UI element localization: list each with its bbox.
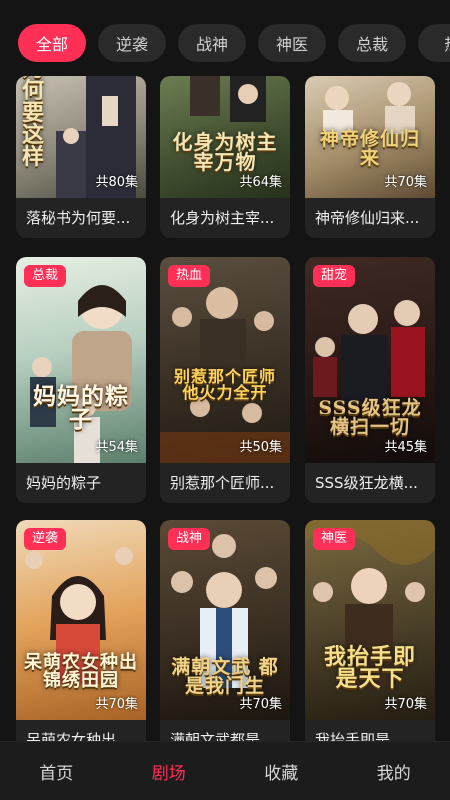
- category-chips: 全部 逆袭 战神 神医 总裁 热: [18, 24, 450, 64]
- chip-war-god[interactable]: 战神: [178, 24, 247, 62]
- nav-favorites[interactable]: 收藏: [225, 759, 337, 784]
- poster-image: 神帝修仙归来 共70集: [305, 76, 435, 198]
- drama-card[interactable]: 神医 我抬手即 是天下 共70集 我抬手即是...: [305, 520, 435, 760]
- drama-card[interactable]: 总裁 妈妈的粽子 共54集 妈妈的粽子: [16, 257, 146, 503]
- poster-title-text: 满朝文武 都是我门生: [171, 656, 279, 697]
- poster-title-text: 为何要这样: [22, 76, 46, 170]
- drama-card[interactable]: 逆袭 呆萌农女种出 锦绣田园 共70集 呆萌农女种出...: [16, 520, 146, 760]
- episode-count: 共70集: [239, 697, 282, 712]
- drama-title: 化身为树主宰...: [170, 209, 275, 227]
- chip-ceo[interactable]: 总裁: [338, 24, 407, 62]
- drama-card[interactable]: 为何要这样 共80集 落秘书为何要...: [16, 76, 146, 238]
- drama-card[interactable]: 化身为树主宰万物 共64集 化身为树主宰...: [160, 76, 290, 238]
- nav-theater[interactable]: 剧场: [113, 759, 225, 784]
- genre-tag: 逆袭: [24, 528, 67, 550]
- poster-figures: [160, 287, 290, 463]
- drama-card[interactable]: 神帝修仙归来 共70集 神帝修仙归来...: [305, 76, 435, 238]
- episode-count: 共70集: [384, 175, 427, 190]
- episode-count: 共64集: [239, 175, 282, 190]
- drama-title: 妈妈的粽子: [26, 474, 102, 492]
- poster-image: 总裁 妈妈的粽子 共54集: [16, 257, 146, 463]
- drama-card[interactable]: 热血 别惹那个匠师 他火力全开 共50集 别惹那个匠师...: [160, 257, 290, 503]
- episode-count: 共70集: [384, 697, 427, 712]
- chip-all[interactable]: 全部: [18, 24, 87, 62]
- poster-image: 神医 我抬手即 是天下 共70集: [305, 520, 435, 720]
- drama-card[interactable]: 甜宠 SSS级狂龙 横扫一切 共45集 SSS级狂龙横...: [305, 257, 435, 503]
- poster-image: 化身为树主宰万物 共64集: [160, 76, 290, 198]
- poster-image: 热血 别惹那个匠师 他火力全开 共50集: [160, 257, 290, 463]
- nav-profile[interactable]: 我的: [338, 759, 450, 784]
- drama-title: 神帝修仙归来...: [315, 209, 420, 227]
- episode-count: 共45集: [384, 440, 427, 455]
- genre-tag: 战神: [168, 528, 211, 550]
- nav-home[interactable]: 首页: [0, 759, 112, 784]
- genre-tag: 神医: [313, 528, 356, 550]
- poster-title-text: 我抬手即 是天下: [323, 644, 416, 692]
- poster-image: 为何要这样 共80集: [16, 76, 146, 198]
- poster-image: 甜宠 SSS级狂龙 横扫一切 共45集: [305, 257, 435, 463]
- poster-title-text: 别惹那个匠师 他火力全开: [173, 367, 276, 402]
- genre-tag: 总裁: [24, 265, 67, 287]
- drama-title: 落秘书为何要...: [26, 209, 131, 227]
- poster-title-text: SSS级狂龙 横扫一切: [318, 397, 422, 438]
- poster-title-text: 神帝修仙归来: [319, 128, 420, 169]
- drama-grid: 为何要这样 共80集 落秘书为何要... 化身为树主宰万物 共64集 化身为树主…: [0, 0, 450, 800]
- poster-title-text: 化身为树主宰万物: [172, 130, 278, 174]
- episode-count: 共50集: [239, 440, 282, 455]
- episode-count: 共54集: [95, 440, 138, 455]
- poster-image: 逆袭 呆萌农女种出 锦绣田园 共70集: [16, 520, 146, 720]
- genre-tag: 甜宠: [313, 265, 356, 287]
- drama-card[interactable]: 战神 满朝文武 都是我门生 共70集 满朝文武都是...: [160, 520, 290, 760]
- drama-title: SSS级狂龙横...: [315, 474, 418, 492]
- poster-title-text: 妈妈的粽子: [33, 383, 129, 433]
- episode-count: 共70集: [95, 697, 138, 712]
- bottom-nav: 首页 剧场 收藏 我的: [0, 741, 450, 800]
- episode-count: 共80集: [95, 175, 138, 190]
- poster-image: 战神 满朝文武 都是我门生 共70集: [160, 520, 290, 720]
- drama-title: 别惹那个匠师...: [170, 474, 275, 492]
- chip-comeback[interactable]: 逆袭: [98, 24, 167, 62]
- chip-doctor[interactable]: 神医: [258, 24, 327, 62]
- chip-hot[interactable]: 热: [418, 24, 450, 62]
- poster-title-text: 呆萌农女种出 锦绣田园: [24, 652, 138, 691]
- genre-tag: 热血: [168, 265, 211, 287]
